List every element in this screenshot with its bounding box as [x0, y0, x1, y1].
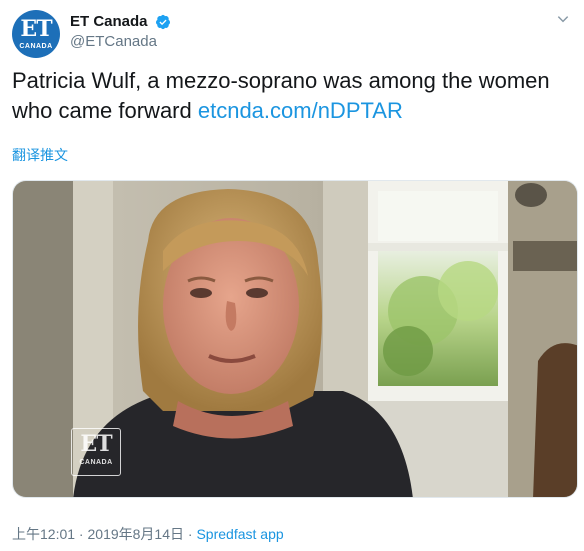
tweet-date[interactable]: 2019年8月14日: [88, 526, 185, 542]
avatar-logo-text: ET: [20, 16, 52, 42]
chevron-down-icon[interactable]: [556, 12, 570, 26]
video-watermark-logo: ET CANADA: [71, 428, 121, 476]
name-block: ET Canada @ETCanada: [70, 12, 171, 52]
tweet-link[interactable]: etcnda.com/nDPTAR: [198, 98, 403, 123]
tweet-source-link[interactable]: Spredfast app: [196, 526, 283, 542]
tweet-footer: 上午12:01 · 2019年8月14日 · Spredfast app: [12, 524, 284, 544]
watermark-text: ET: [80, 431, 112, 457]
handle[interactable]: @ETCanada: [70, 32, 171, 52]
display-name[interactable]: ET Canada: [70, 12, 148, 32]
footer-separator-2: ·: [184, 526, 197, 542]
tweet-header: ET CANADA ET Canada @ETCanada: [12, 10, 572, 58]
avatar-logo-subtext: CANADA: [19, 43, 53, 50]
footer-separator: ·: [75, 526, 88, 542]
tweet-time[interactable]: 上午12:01: [12, 526, 75, 542]
avatar[interactable]: ET CANADA: [12, 10, 60, 58]
tweet-card: ET CANADA ET Canada @ETCanada Patricia W…: [0, 0, 584, 551]
tweet-text: Patricia Wulf, a mezzo-soprano was among…: [12, 66, 577, 126]
verified-badge-icon: [155, 14, 170, 30]
video-thumbnail[interactable]: ET CANADA: [12, 180, 578, 498]
translate-tweet-link[interactable]: 翻译推文: [12, 145, 68, 165]
watermark-subtext: CANADA: [79, 459, 113, 466]
